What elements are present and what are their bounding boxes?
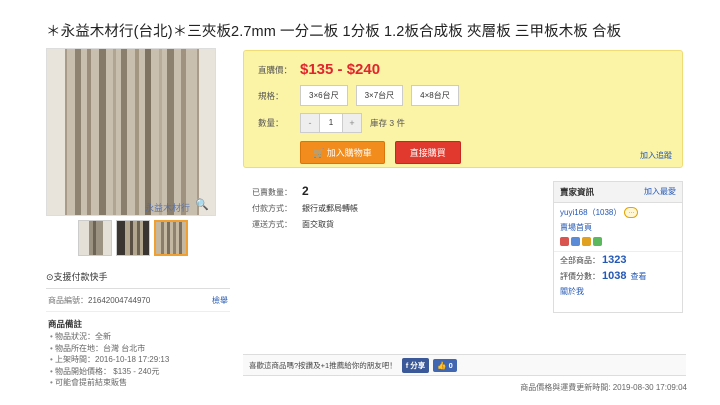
lock-badge-icon [582, 237, 591, 246]
thumbnail-3[interactable] [154, 220, 188, 256]
plywood-photo [47, 49, 215, 215]
mail-badge-icon [571, 237, 580, 246]
action-row: 🛒 加入購物車 直接購買 [300, 141, 461, 164]
shipping-label: 運送方式： [252, 220, 292, 229]
note-listed-time: 上架時間：2016-10-18 17:29:13 [50, 354, 230, 366]
product-info-box: 商品編號：21642004744970 檢舉 商品備註 物品狀況：全新 物品所在… [46, 288, 230, 396]
product-id-row: 商品編號：21642004744970 檢舉 [46, 293, 230, 312]
quantity-row: 數量： - 1 + 庫存 3 件 [258, 113, 405, 133]
seller-header-title: 賣家資訊 [560, 187, 595, 197]
shield-badge-icon [593, 237, 602, 246]
thumbnail-2[interactable] [116, 220, 150, 256]
report-link[interactable]: 檢舉 [212, 295, 228, 306]
share-text: 喜歡這商品嗎?按讚及+1推薦給你的朋友吧！ [249, 360, 397, 370]
sold-row: 已賣數量： 2 [252, 184, 358, 198]
rating-value[interactable]: 1038 [602, 270, 626, 282]
buy-now-button[interactable]: 直接購買 [394, 141, 461, 164]
cart-icon: 🛒 [313, 148, 327, 158]
quantity-stepper: - 1 + [300, 113, 362, 133]
spec-option-3x6[interactable]: 3×6台尺 [300, 85, 348, 106]
sale-meta: 已賣數量： 2 付款方式： 銀行或郵局轉帳 運送方式： 面交取貨 [252, 184, 358, 235]
about-me-link[interactable]: 關於我 [560, 287, 584, 296]
quantity-minus-button[interactable]: - [301, 114, 319, 132]
product-id-value: 21642004744970 [88, 296, 151, 305]
follow-seller-link[interactable]: 加入最愛 [644, 186, 676, 198]
add-to-cart-button[interactable]: 🛒 加入購物車 [300, 141, 385, 164]
product-id-label: 商品編號： [48, 296, 88, 305]
thumbnail-1[interactable] [78, 220, 112, 256]
add-to-cart-label: 加入購物車 [326, 148, 372, 158]
note-early-end: 可能會提前結束販售 [50, 377, 230, 389]
price-label: 直購價： [258, 64, 293, 75]
add-to-watchlist-link[interactable]: 加入追蹤 [640, 150, 672, 161]
quantity-input[interactable]: 1 [319, 114, 343, 132]
thumbs-up-icon: 👍 [437, 360, 449, 370]
store-home-link[interactable]: 賣場首頁 [560, 223, 592, 232]
shipping-value: 面交取貨 [302, 220, 334, 229]
seller-user-row: yuyi168（1038） … [554, 203, 682, 220]
verified-badge-icon [560, 237, 569, 246]
spec-option-3x7[interactable]: 3×7台尺 [355, 85, 404, 106]
note-condition: 物品狀況：全新 [50, 331, 230, 343]
image-watermark: 永益木材行 [145, 203, 191, 213]
purchase-panel: 直購價： $135 - $240 規格： 3×6台尺 3×7台尺 4×8台尺 數… [243, 50, 683, 168]
rating-view-link[interactable]: 查看 [630, 271, 646, 282]
sold-value: 2 [302, 184, 309, 198]
seller-info-box: 賣家資訊 加入最愛 yuyi168（1038） … 賣場首頁 全部商品： 132… [553, 181, 683, 313]
product-title: ＊永益木材行(台北)＊三夾板2.7mm 一分二板 1分板 1.2板合成板 夾層板… [46, 24, 622, 40]
note-start-price: 物品開始價格： $135 - 240元 [50, 366, 230, 378]
seller-header: 賣家資訊 加入最愛 [554, 182, 682, 203]
share-bar: 喜歡這商品嗎?按讚及+1推薦給你的朋友吧！ f 分享 👍 0 [243, 354, 686, 376]
spec-option-4x8[interactable]: 4×8台尺 [411, 85, 459, 106]
facebook-share-button[interactable]: f 分享 [401, 357, 430, 373]
notes-title: 商品備註 [48, 319, 83, 329]
note-location: 物品所在地：台灣 台北市 [50, 343, 230, 355]
magnifier-icon[interactable]: 🔍 [195, 198, 209, 211]
notes-list: 物品狀況：全新 物品所在地：台灣 台北市 上架時間：2016-10-18 17:… [50, 331, 230, 389]
price-updated-time: 商品價格與運費更新時間: 2019-08-30 17:09:04 [520, 383, 687, 392]
sold-label: 已賣數量： [252, 188, 292, 197]
payment-value: 銀行或郵局轉帳 [302, 204, 358, 213]
spec-label: 規格： [258, 90, 284, 101]
like-count: 0 [448, 360, 453, 370]
shipping-row: 運送方式： 面交取貨 [252, 219, 358, 230]
quantity-plus-button[interactable]: + [343, 114, 361, 132]
payment-label: 付款方式： [252, 204, 292, 213]
about-row: 關於我 [554, 284, 682, 299]
price-value: $135 - $240 [300, 61, 381, 78]
quantity-label: 數量： [258, 118, 284, 128]
rating-label: 評價分數： [560, 272, 600, 281]
payment-row: 付款方式： 銀行或郵局轉帳 [252, 203, 358, 214]
stock-count: 庫存 3 件 [370, 118, 405, 128]
facebook-share-label: 分享 [410, 360, 426, 370]
seller-total-items: 全部商品： 1323 [554, 252, 682, 268]
facebook-icon: f [405, 360, 409, 370]
facebook-like-button[interactable]: 👍 0 [433, 358, 457, 372]
seller-username-link[interactable]: yuyi168（1038） [560, 207, 621, 218]
total-items-value[interactable]: 1323 [602, 254, 626, 266]
store-home-row: 賣場首頁 [554, 220, 682, 235]
chat-icon[interactable]: … [624, 207, 639, 218]
seller-badges [554, 235, 682, 252]
thumbnail-strip [78, 220, 188, 256]
payment-support-note: ⊙支援付款快手 [46, 272, 108, 282]
spec-row: 規格： 3×6台尺 3×7台尺 4×8台尺 [258, 85, 467, 106]
product-main-image[interactable]: 永益木材行 🔍 [46, 48, 216, 216]
seller-rating: 評價分數： 1038 查看 [554, 268, 682, 284]
total-items-label: 全部商品： [560, 256, 600, 265]
price-row: 直購價： $135 - $240 [258, 61, 380, 78]
